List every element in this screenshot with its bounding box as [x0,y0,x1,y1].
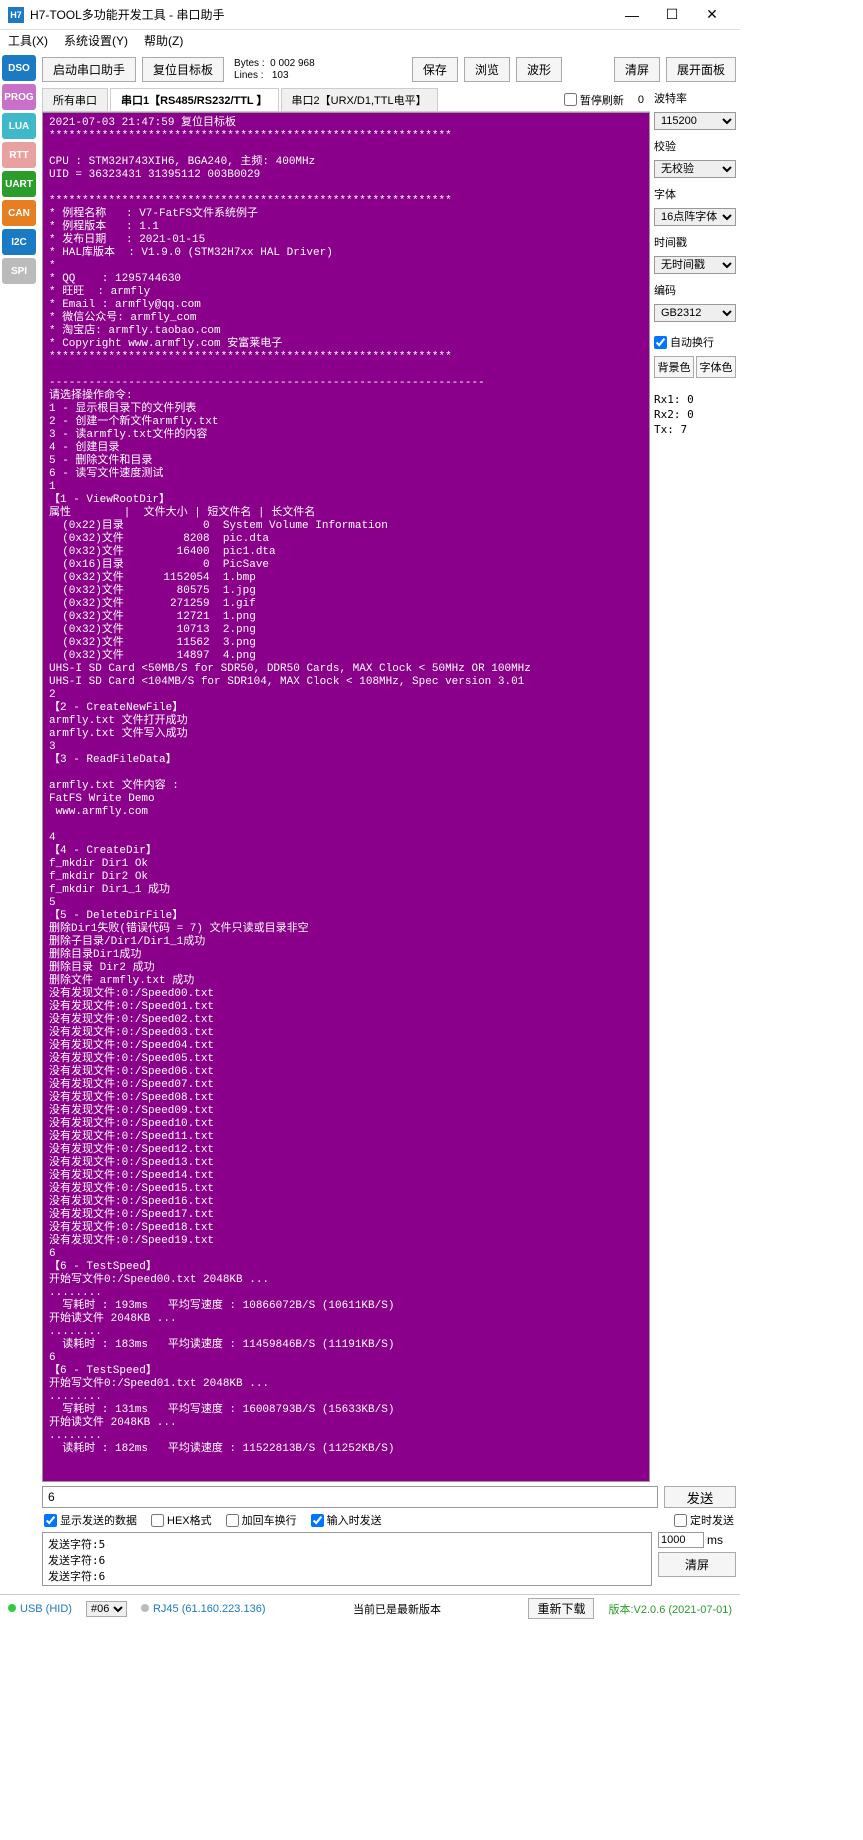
status-version: 版本:V2.0.6 (2021-07-01) [608,1601,732,1617]
parity-select[interactable]: 无校验 [654,160,736,178]
sidebar-lua[interactable]: LUA [2,113,36,139]
clear-button[interactable]: 清屏 [614,57,660,82]
menu-system[interactable]: 系统设置(Y) [64,32,128,49]
bgcolor-button[interactable]: 背景色 [654,356,694,378]
sidebar-dso[interactable]: DSO [2,55,36,81]
tab-port1[interactable]: 串口1【RS485/RS232/TTL 】 [110,88,279,111]
send-input[interactable] [42,1486,658,1508]
autowrap-checkbox[interactable]: 自动换行 [654,334,736,350]
wave-button[interactable]: 波形 [516,57,562,82]
interval-input[interactable] [658,1532,704,1548]
show-sent-checkbox[interactable]: 显示发送的数据 [44,1512,137,1528]
status-rj45: RJ45 (61.160.223.136) [141,1603,266,1615]
counter-zero: 0 [638,94,644,106]
menu-help[interactable]: 帮助(Z) [144,32,183,49]
save-button[interactable]: 保存 [412,57,458,82]
baud-select[interactable]: 115200 [654,112,736,130]
window-title: H7-TOOL多功能开发工具 - 串口助手 [30,6,612,23]
rxtx-stats: Rx1: 0 Rx2: 0 Tx: 7 [654,392,736,437]
menu-tool[interactable]: 工具(X) [8,32,48,49]
ms-unit: ms [707,1533,723,1547]
timestamp-label: 时间戳 [654,234,736,250]
sidebar-can[interactable]: CAN [2,200,36,226]
clear-log-button[interactable]: 清屏 [658,1552,736,1577]
redownload-button[interactable]: 重新下载 [528,1598,594,1619]
close-button[interactable]: ✕ [692,1,732,29]
sidebar-uart[interactable]: UART [2,171,36,197]
maximize-button[interactable]: ☐ [652,1,692,29]
browse-button[interactable]: 浏览 [464,57,510,82]
send-log: 发送字符:5 发送字符:6 发送字符:6 [42,1532,652,1586]
sidebar-i2c[interactable]: I2C [2,229,36,255]
tab-port2[interactable]: 串口2【URX/D1,TTL电平】 [281,88,438,111]
status-latest: 当前已是最新版本 [279,1601,514,1617]
sidebar-rtt[interactable]: RTT [2,142,36,168]
send-button[interactable]: 发送 [664,1486,736,1508]
serial-console[interactable]: 2021-07-03 21:47:59 复位目标板 **************… [42,112,650,1482]
hex-checkbox[interactable]: HEX格式 [151,1512,212,1528]
reset-target-button[interactable]: 复位目标板 [142,57,224,82]
font-label: 字体 [654,186,736,202]
byte-line-stats: Bytes : 0 002 968 Lines : 103 [234,58,315,82]
encoding-select[interactable]: GB2312 [654,304,736,322]
pause-refresh-checkbox[interactable]: 暂停刷新 [564,92,624,108]
send-on-input-checkbox[interactable]: 输入时发送 [311,1512,382,1528]
expand-panel-button[interactable]: 展开面板 [666,57,736,82]
app-icon: H7 [8,7,24,23]
sidebar-spi[interactable]: SPI [2,258,36,284]
status-usb: USB (HID) [8,1603,72,1615]
parity-label: 校验 [654,138,736,154]
start-serial-button[interactable]: 启动串口助手 [42,57,136,82]
status-device-select[interactable]: #06 [86,1601,127,1617]
sidebar-prog[interactable]: PROG [2,84,36,110]
baud-label: 波特率 [654,90,736,106]
timestamp-select[interactable]: 无时间戳 [654,256,736,274]
encoding-label: 编码 [654,282,736,298]
timed-send-checkbox[interactable]: 定时发送 [674,1512,734,1528]
tab-all-ports[interactable]: 所有串口 [42,88,108,111]
fgcolor-button[interactable]: 字体色 [696,356,736,378]
minimize-button[interactable]: — [612,1,652,29]
crlf-checkbox[interactable]: 加回车换行 [226,1512,297,1528]
font-select[interactable]: 16点阵字体 [654,208,736,226]
